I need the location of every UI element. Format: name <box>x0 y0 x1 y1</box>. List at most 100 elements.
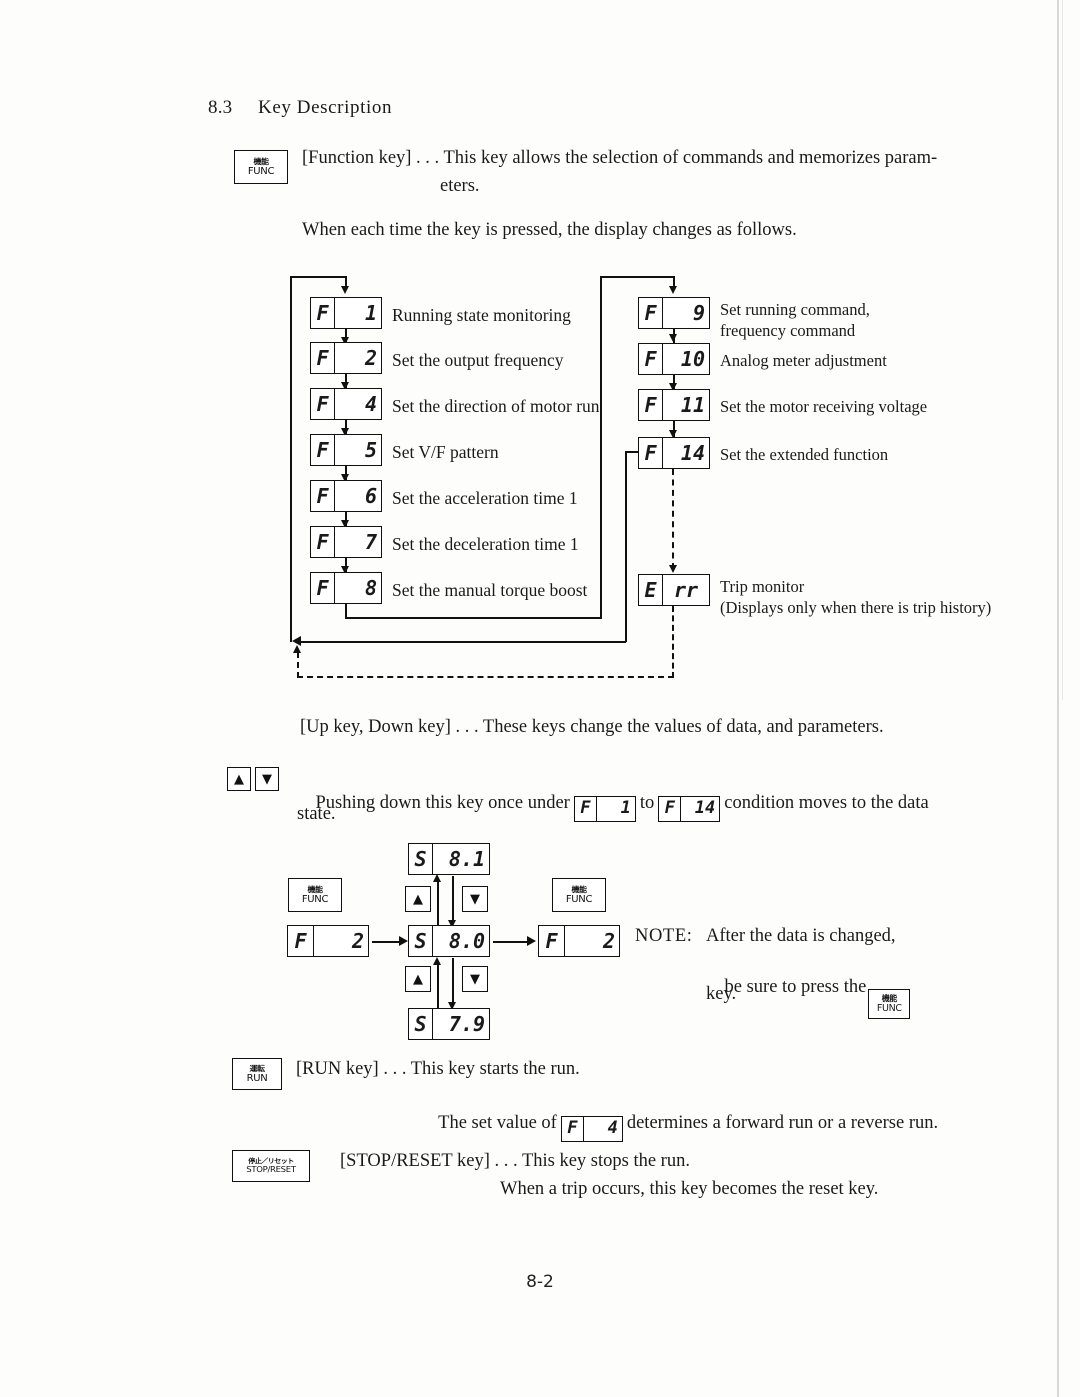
flow-seg-f11: F 11 <box>638 389 710 421</box>
flow-label-f6: Set the acceleration time 1 <box>392 488 578 508</box>
flow-dash-f14-err <box>672 469 674 569</box>
scan-artifact-edge-secondary <box>1062 0 1063 700</box>
flow-line-f14-return-horz <box>298 641 626 643</box>
flow-seg-f11-left: F <box>639 390 663 420</box>
diagram-down-key-upper[interactable]: ▼ <box>462 886 488 912</box>
flow-line-f8-down <box>345 604 347 618</box>
scan-artifact-edge <box>1057 0 1059 1397</box>
flow-arrow-into-f9 <box>669 286 677 294</box>
diagram-func-key-right-en: FUNC <box>565 893 593 905</box>
flow-seg-f9-right: 9 <box>692 301 705 325</box>
note-func-key-button[interactable]: 機能 FUNC <box>868 988 911 1019</box>
diagram-seg-right-f2-left: F <box>539 926 565 956</box>
flow-seg-f1-left: F <box>311 298 335 328</box>
flow-seg-f2-right: 2 <box>364 346 377 370</box>
run-key-label-jp: 運転 <box>249 1063 266 1073</box>
flow-seg-err: E rr <box>638 574 710 606</box>
flow-dash-err-return <box>297 676 674 678</box>
diagram-func-key-right[interactable]: 機能 FUNC <box>552 878 606 912</box>
flow-seg-err-left: E <box>639 575 663 605</box>
diagram-seg-right-f2: F 2 <box>538 925 620 957</box>
flow-label-f8: Set the manual torque boost <box>392 580 588 600</box>
flow-seg-f8-left: F <box>311 573 335 603</box>
flow-dash-err-riser <box>297 652 299 678</box>
inline-seg-f1: F1 <box>573 795 636 822</box>
flow-seg-f7: F 7 <box>310 526 382 558</box>
down-arrow-icon: ▼ <box>470 891 480 907</box>
flow-arrow-f9-f10 <box>669 334 677 342</box>
flow-seg-f14-right: 14 <box>680 441 705 465</box>
diagram-line-up-from-bottom <box>437 963 439 1009</box>
updown-key-sentence: Pushing down this key once under F 1 to F 14 c… <box>297 768 929 845</box>
diagram-func-key-left-en: FUNC <box>301 893 329 905</box>
flow-seg-f10-left: F <box>639 344 663 374</box>
diagram-func-key-left[interactable]: 機能 FUNC <box>288 878 342 912</box>
updown-sentence-a: Pushing down this key once under <box>315 792 570 813</box>
run-key-sentence-a: The set value of <box>438 1112 557 1133</box>
flow-label-f7: Set the deceleration time 1 <box>392 534 579 554</box>
diagram-seg-bottom: S 7.9 <box>408 1008 490 1040</box>
diagram-seg-bottom-left: S <box>409 1009 433 1039</box>
flow-seg-f14: F 14 <box>638 437 710 469</box>
flow-line-f14-return-vert <box>625 451 627 642</box>
func-key-button[interactable]: 機能 FUNC <box>234 150 288 184</box>
diagram-line-down-to-bottom <box>452 958 454 1006</box>
inline-seg-f14-right: 14 <box>694 797 716 818</box>
up-arrow-key-button[interactable]: ▲ <box>227 767 251 791</box>
inline-seg-f1-left: F <box>575 796 597 821</box>
stop-key-description-line1: [STOP/RESET key] . . . This key stops th… <box>340 1151 690 1171</box>
flow-seg-f10-right: 10 <box>680 347 705 371</box>
diagram-arrow-center-to-right <box>527 936 536 946</box>
page-title: Key Description <box>258 97 393 118</box>
flow-seg-f8: F 8 <box>310 572 382 604</box>
diagram-down-key-lower[interactable]: ▼ <box>462 966 488 992</box>
updown-sentence-d: state. <box>297 804 336 824</box>
diagram-up-key-lower[interactable]: ▲ <box>405 966 431 992</box>
inline-seg-f1-right: 1 <box>620 797 631 818</box>
updown-sentence-c: condition moves to the data <box>724 792 929 813</box>
flow-arrow-into-f1 <box>341 286 349 294</box>
run-key-description-line1: [RUN key] . . . This key starts the run. <box>296 1059 580 1079</box>
flow-seg-err-right: rr <box>673 578 699 602</box>
down-arrow-key-button[interactable]: ▼ <box>255 767 279 791</box>
inline-seg-f14-left: F <box>659 796 682 821</box>
flow-seg-f7-right: 7 <box>364 530 377 554</box>
section-number: 8.3 <box>208 97 233 118</box>
diagram-seg-center: S 8.0 <box>408 925 490 957</box>
flow-seg-f6-right: 6 <box>364 484 377 508</box>
stop-reset-key-button[interactable]: 停止／リセット STOP/RESET <box>232 1150 310 1182</box>
page-number: 8-2 <box>526 1272 554 1292</box>
note-func-key-en: FUNC <box>876 1002 902 1014</box>
flow-label-f5: Set V/F pattern <box>392 442 499 462</box>
inline-seg-f4-right: 4 <box>607 1117 618 1138</box>
flow-line-right-top <box>600 276 674 278</box>
flow-left-return-top <box>290 276 346 278</box>
note-line-1: After the data is changed, <box>706 926 896 946</box>
flow-seg-f4-left: F <box>311 389 335 419</box>
down-arrow-icon: ▼ <box>262 771 272 787</box>
flow-label-trip: Trip monitor <box>720 577 805 596</box>
flow-seg-f6-left: F <box>311 481 335 511</box>
diagram-seg-left-f2: F 2 <box>287 925 369 957</box>
run-key-button[interactable]: 運転 RUN <box>232 1058 282 1090</box>
flow-label-f2: Set the output frequency <box>392 350 564 370</box>
diagram-up-key-upper[interactable]: ▲ <box>405 886 431 912</box>
diagram-seg-right-f2-right: 2 <box>602 929 615 953</box>
flow-seg-f1: F 1 <box>310 297 382 329</box>
func-key-description-line2: eters. <box>440 176 480 196</box>
diagram-seg-center-right: 8.0 <box>448 929 485 953</box>
note-label: NOTE: <box>635 926 693 946</box>
diagram-seg-left-f2-left: F <box>288 926 314 956</box>
diagram-func-key-right-jp: 機能 <box>571 884 588 894</box>
flow-line-f8-to-right <box>345 617 602 619</box>
flow-label-f11: Set the motor receiving voltage <box>720 397 928 416</box>
flow-seg-f2: F 2 <box>310 342 382 374</box>
flow-label-f4: Set the direction of motor run <box>392 396 600 416</box>
flow-seg-f5-right: 5 <box>364 438 377 462</box>
up-arrow-icon: ▲ <box>413 971 423 987</box>
diagram-line-up-to-top <box>437 880 439 928</box>
flow-seg-f9-left: F <box>639 298 663 328</box>
diagram-seg-top-left: S <box>409 844 433 874</box>
flow-dash-err-down <box>672 606 674 678</box>
inline-seg-f4-left: F <box>562 1116 584 1141</box>
